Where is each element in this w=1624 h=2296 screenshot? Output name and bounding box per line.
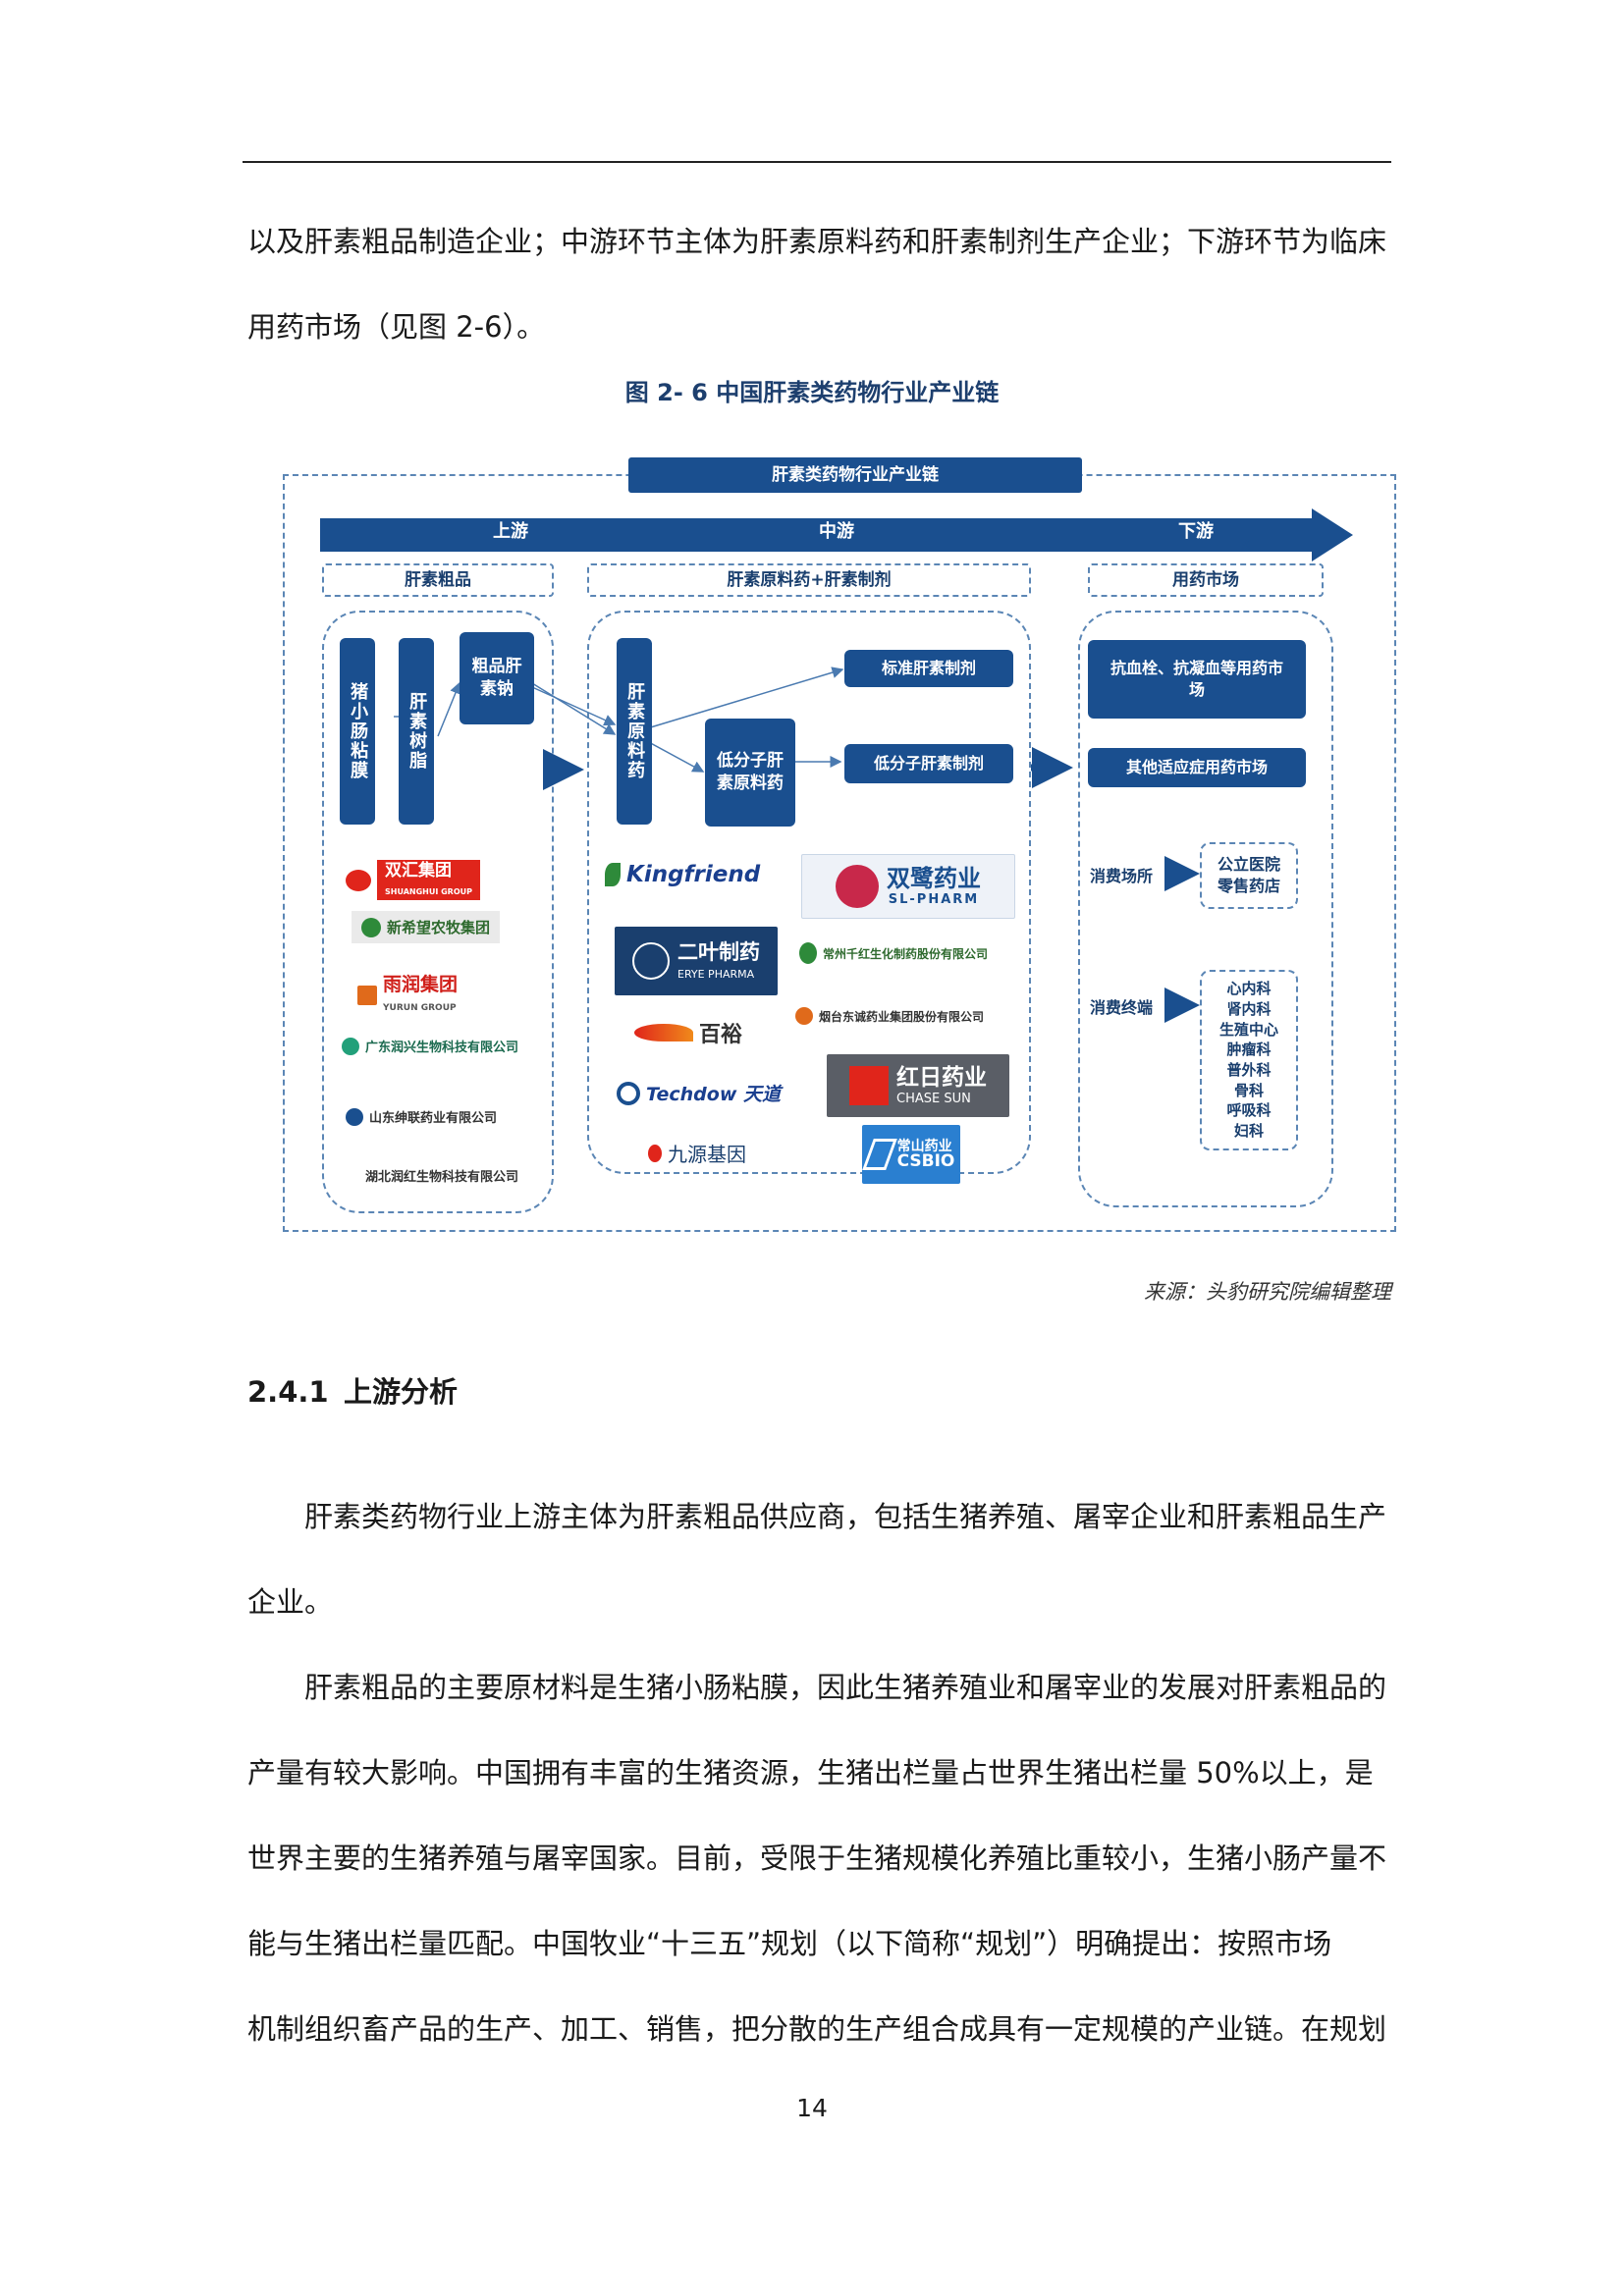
logo-shandong-shenlian: 山东绅联药业有限公司 bbox=[346, 1107, 497, 1126]
para2-line-1: 肝素粗品的主要原材料是生猪小肠粘膜，因此生猪养殖业和屠宰业的发展对肝素粗品的 bbox=[304, 1671, 1387, 1704]
terminal-item: 心内科 bbox=[1226, 980, 1272, 998]
box-anticoag-market: 抗血栓、抗凝血等用药市场 bbox=[1088, 640, 1306, 719]
logo-shuanghui: 双汇集团 SHUANGHUI GROUP bbox=[346, 860, 480, 901]
logo-baiyu: 百裕 bbox=[634, 1017, 742, 1048]
box-crude-heparin: 粗品肝素钠 bbox=[460, 632, 534, 724]
page-number: 14 bbox=[796, 2094, 828, 2122]
consumption-places: 公立医院 零售药店 bbox=[1200, 842, 1298, 909]
logo-dongcheng: 烟台东诚药业集团股份有限公司 bbox=[795, 1007, 984, 1025]
para1-line-2: 企业。 bbox=[247, 1585, 334, 1619]
header-rule bbox=[243, 161, 1391, 163]
section-number: 2.4.1 bbox=[247, 1375, 329, 1409]
consumption-terminal-label: 消费终端 bbox=[1090, 998, 1154, 1017]
para2-line-2: 产量有较大影响。中国拥有丰富的生猪资源，生猪出栏量占世界生猪出栏量 50%以上，… bbox=[247, 1756, 1374, 1789]
para1-line-1: 肝素类药物行业上游主体为肝素粗品供应商，包括生猪养殖、屠宰企业和肝素粗品生产 bbox=[304, 1500, 1387, 1533]
box-standard-prep: 标准肝素制剂 bbox=[844, 650, 1013, 687]
industry-chain-diagram: 肝素类药物行业产业链 上游 中游 下游 肝素粗品 肝素原料药+肝素制剂 用药市场 bbox=[283, 457, 1396, 1232]
logo-jiuyuan: 九源基因 bbox=[648, 1139, 746, 1167]
consumption-terminals: 心内科 肾内科 生殖中心 肿瘤科 普外科 骨科 呼吸科 妇科 bbox=[1200, 970, 1298, 1150]
logo-chase-sun: 红日药业 CHASE SUN bbox=[827, 1054, 1009, 1117]
logo-shuanglu: 双鹭药业 SL-PHARM bbox=[801, 854, 1015, 919]
box-other-market: 其他适应症用药市场 bbox=[1088, 748, 1306, 787]
logo-yurun: 雨润集团 YURUN GROUP bbox=[357, 975, 458, 1015]
section-heading: 2.4.1 上游分析 bbox=[247, 1369, 458, 1411]
logo-guangdong-runxing: 广东润兴生物科技有限公司 bbox=[342, 1037, 518, 1055]
logo-new-hope: 新希望农牧集团 bbox=[352, 911, 501, 943]
intro-line-1: 以及肝素粗品制造企业；中游环节主体为肝素原料药和肝素制剂生产企业；下游环节为临床 bbox=[247, 225, 1387, 258]
para2-line-4: 能与生猪出栏量匹配。中国牧业“十三五”规划（以下简称“规划”）明确提出：按照市场 bbox=[247, 1927, 1332, 1960]
figure-title: 图 2- 6 中国肝素类药物行业产业链 bbox=[624, 379, 1000, 406]
logo-qianhong: 常州千红生化制药股份有限公司 bbox=[799, 942, 988, 964]
terminal-item: 骨科 bbox=[1233, 1081, 1264, 1099]
terminal-item: 生殖中心 bbox=[1218, 1020, 1278, 1039]
section-title: 上游分析 bbox=[344, 1375, 459, 1409]
box-heparin-resin: 肝素树脂 bbox=[399, 638, 434, 825]
box-lmw-api: 低分子肝素原料药 bbox=[705, 719, 795, 827]
terminal-item: 妇科 bbox=[1233, 1122, 1264, 1141]
logo-hubei-runhong: 湖北润红生物科技有限公司 bbox=[365, 1170, 519, 1185]
logo-kingfriend: Kingfriend bbox=[605, 862, 760, 887]
terminal-item: 肾内科 bbox=[1226, 999, 1272, 1018]
terminal-item: 肿瘤科 bbox=[1226, 1041, 1272, 1059]
intro-line-2: 用药市场（见图 2-6）。 bbox=[247, 310, 546, 344]
box-heparin-api: 肝素原料药 bbox=[617, 638, 652, 825]
para2-line-5: 机制组织畜产品的生产、加工、销售，把分散的生产组合成具有一定规模的产业链。在规划 bbox=[247, 2012, 1387, 2046]
logo-erye: 二叶制药 ERYE PHARMA bbox=[615, 927, 778, 995]
logo-techdow: Techdow 天道 bbox=[617, 1080, 781, 1106]
consumption-place-label: 消费场所 bbox=[1090, 867, 1154, 885]
terminal-item: 呼吸科 bbox=[1226, 1101, 1272, 1120]
para2-line-3: 世界主要的生猪养殖与屠宰国家。目前，受限于生猪规模化养殖比重较小，生猪小肠产量不 bbox=[247, 1842, 1387, 1875]
box-lmw-prep: 低分子肝素制剂 bbox=[844, 744, 1013, 783]
terminal-item: 普外科 bbox=[1226, 1061, 1272, 1079]
figure-source: 来源：头豹研究院编辑整理 bbox=[1144, 1280, 1391, 1304]
box-pig-mucosa: 猪小肠粘膜 bbox=[340, 638, 375, 825]
logo-csbio: 常山药业 CSBIO bbox=[861, 1125, 960, 1184]
